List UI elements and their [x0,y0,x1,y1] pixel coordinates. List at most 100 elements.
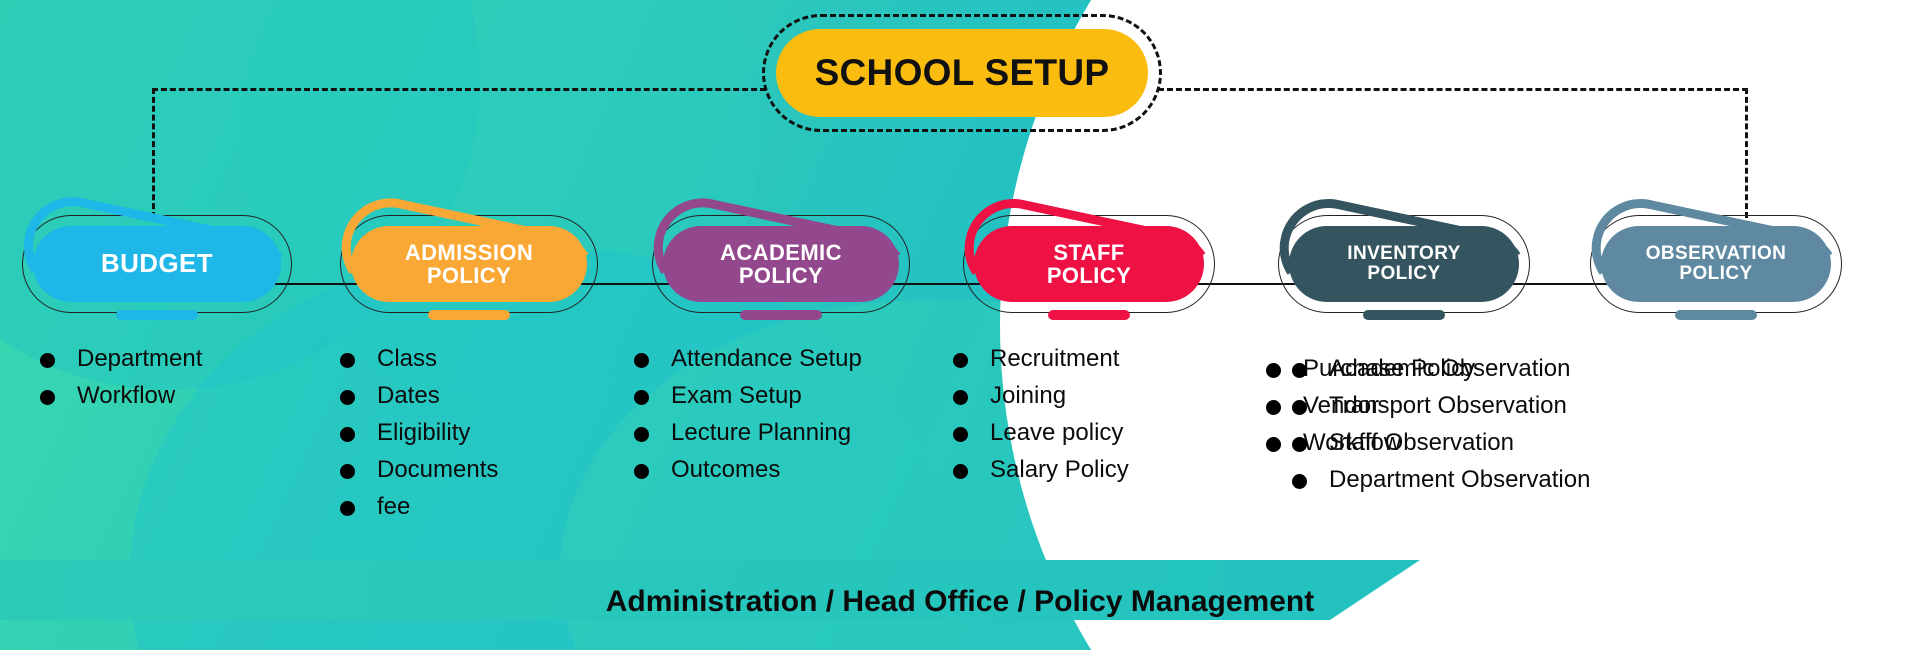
caption-label: Administration / Head Office / Policy Ma… [605,585,1315,618]
connector-root-right-vertical [1745,88,1748,218]
bullet-icon [1292,363,1307,378]
node-chip[interactable]: STAFF POLICY [974,226,1204,302]
bullet-icon [634,390,649,405]
bullet-icon [340,353,355,368]
node-label-line: POLICY [1046,263,1132,288]
node-chip[interactable]: INVENTORY POLICY [1289,226,1519,302]
bullet-icon [1292,474,1307,489]
bullet-icon [1266,400,1281,415]
list-item: Leave policy [953,419,1129,447]
list-item-label: Dates [377,382,440,409]
root-node-school-setup[interactable]: SCHOOL SETUP [776,29,1148,117]
node-chip[interactable]: ACADEMIC POLICY [663,226,899,302]
node-label-line: OBSERVATION [1645,242,1787,264]
list-item-label: Transport Observation [1329,392,1567,419]
list-item: Eligibility [340,419,498,447]
list-item: Lecture Planning [634,419,862,447]
node-chip[interactable]: BUDGET [33,226,281,302]
node-label-line: POLICY [738,263,824,288]
root-node-label: SCHOOL SETUP [814,52,1110,93]
connector-root-left-horizontal [152,88,766,91]
node-underbar [740,310,822,320]
node-label: ACADEMIC POLICY [720,241,842,288]
diagram-caption: Administration / Head Office / Policy Ma… [0,585,1920,619]
node-label-line: INVENTORY [1347,242,1461,264]
bullet-icon [340,464,355,479]
list-item: Attendance Setup [634,345,862,373]
node-underbar [1048,310,1130,320]
bullet-icon [634,427,649,442]
list-item-label: Recruitment [990,345,1120,372]
list-item: Documents [340,456,498,484]
connector-root-right-horizontal [1158,88,1748,91]
diagram-canvas: SCHOOL SETUP BUDGET Department Workflow … [0,0,1920,650]
list-item-label: Lecture Planning [671,419,852,446]
node-label-line: STAFF [1053,239,1125,265]
list-item-label: Staff Observation [1329,429,1514,456]
list-item-label: Workflow [77,382,176,409]
node-chip[interactable]: OBSERVATION POLICY [1601,226,1831,302]
node-item-list: Class Dates Eligibility Documents fee [340,345,498,530]
list-item-label: fee [377,493,411,520]
node-chip[interactable]: ADMISSION POLICY [351,226,587,302]
bullet-icon [953,353,968,368]
node-item-list: Recruitment Joining Leave policy Salary … [953,345,1129,493]
list-item: Salary Policy [953,456,1129,484]
bullet-icon [340,390,355,405]
list-item: Transport Observation [1292,392,1590,420]
connector-root-left-vertical [152,88,155,218]
list-item: Joining [953,382,1129,410]
bullet-icon [40,390,55,405]
bullet-icon [1292,437,1307,452]
list-item: Staff Observation [1292,429,1590,457]
node-label-line: ACADEMIC [720,239,842,265]
list-item-label: Salary Policy [990,456,1129,483]
list-item-label: Leave policy [990,419,1124,446]
list-item-label: Department [77,345,203,372]
list-item: Department Observation [1292,466,1590,494]
node-underbar [116,310,198,320]
node-item-list: Academic Observation Transport Observati… [1292,355,1590,503]
list-item-label: Joining [990,382,1067,409]
node-underbar [428,310,510,320]
list-item-label: Exam Setup [671,382,802,409]
list-item: Workflow [40,382,202,410]
node-label-line: POLICY [426,263,512,288]
node-label-line: ADMISSION [404,239,534,265]
node-label: STAFF POLICY [1047,241,1131,288]
list-item: Exam Setup [634,382,862,410]
node-label: INVENTORY POLICY [1347,242,1461,284]
node-label: OBSERVATION POLICY [1645,242,1787,284]
list-item-label: Academic Observation [1329,355,1571,382]
list-item: Recruitment [953,345,1129,373]
bullet-icon [634,353,649,368]
list-item: Dates [340,382,498,410]
bullet-icon [953,464,968,479]
node-item-list: Attendance Setup Exam Setup Lecture Plan… [634,345,862,493]
list-item-label: Class [377,345,438,372]
list-item-label: Documents [377,456,499,483]
node-underbar [1675,310,1757,320]
node-label-line: POLICY [1367,263,1441,284]
bullet-icon [953,427,968,442]
bullet-icon [634,464,649,479]
bullet-icon [340,427,355,442]
node-underbar [1363,310,1445,320]
list-item-label: Department Observation [1329,466,1591,493]
list-item: fee [340,493,498,521]
list-item-label: Outcomes [671,456,781,483]
node-label-line: POLICY [1679,263,1753,284]
list-item: Department [40,345,202,373]
bullet-icon [1266,363,1281,378]
bullet-icon [340,501,355,516]
node-label: ADMISSION POLICY [405,241,533,288]
list-item-label: Attendance Setup [671,345,862,372]
bullet-icon [40,353,55,368]
list-item-label: Eligibility [377,419,471,446]
list-item: Class [340,345,498,373]
node-label: BUDGET [100,248,214,279]
bullet-icon [953,390,968,405]
node-item-list: Department Workflow [40,345,202,419]
list-item: Outcomes [634,456,862,484]
bullet-icon [1292,400,1307,415]
